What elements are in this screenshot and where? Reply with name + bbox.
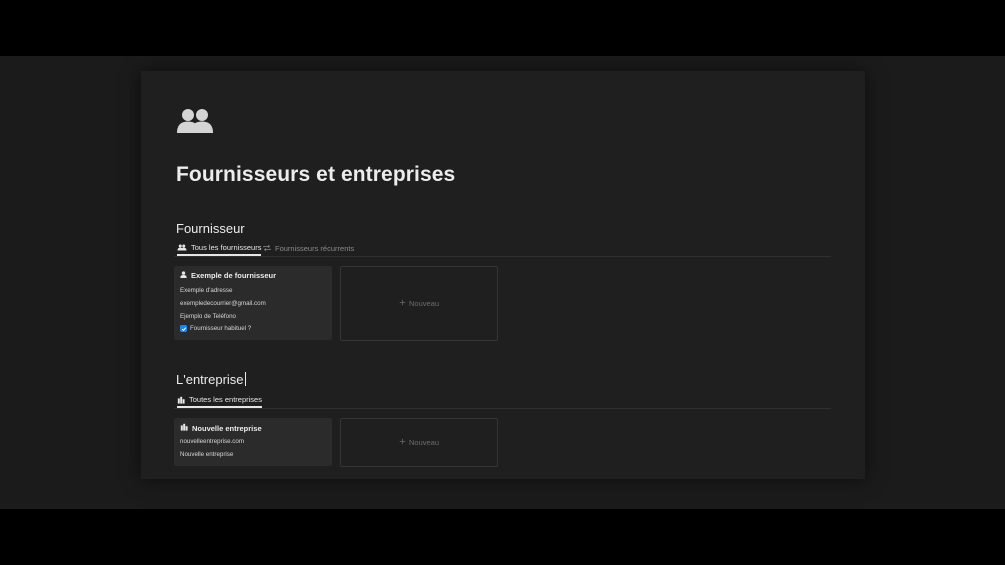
email-value[interactable]: exempledecourrier@gmail.com — [180, 300, 266, 307]
website-value[interactable]: nouvelleentreprise.com — [180, 438, 244, 445]
card-title[interactable]: Nouvelle entreprise — [180, 423, 262, 433]
new-supplier-button[interactable]: Nouveau — [340, 266, 498, 341]
new-label: Nouveau — [408, 299, 440, 308]
section-title-supplier[interactable]: Fournisseur — [176, 221, 245, 236]
card-title-text: Exemple de fournisseur — [191, 271, 277, 280]
page-container: Fournisseurs et entreprises Fournisseur … — [141, 71, 865, 479]
text-cursor — [244, 372, 246, 386]
checkbox-label: Fournisseur habituel ? — [190, 325, 252, 332]
people-icon[interactable] — [177, 107, 213, 135]
company-name-value: Nouvelle entreprise — [180, 451, 234, 458]
page-title[interactable]: Fournisseurs et entreprises — [176, 163, 455, 187]
building-icon — [177, 396, 185, 404]
card-title-text: Nouvelle entreprise — [192, 423, 262, 433]
tab-all-suppliers[interactable]: Tous les fournisseurs — [177, 241, 262, 256]
people-icon — [177, 244, 187, 251]
supplier-view-tabs: Tous les fournisseurs Fournisseurs récur… — [174, 241, 831, 257]
address-value: Exemple d'adresse — [180, 287, 233, 294]
repeat-icon — [263, 244, 271, 252]
company-card[interactable]: Nouvelle entreprise nouvelleentreprise.c… — [174, 418, 332, 466]
tab-label: Fournisseurs récurrents — [275, 243, 355, 253]
regular-supplier-checkbox[interactable] — [180, 325, 187, 332]
section-title-company[interactable]: L'entreprise — [176, 372, 246, 387]
regular-supplier-field: Fournisseur habituel ? — [180, 325, 251, 332]
new-label: Nouveau — [408, 438, 440, 447]
tab-label: Tous les fournisseurs — [191, 243, 262, 252]
tab-all-companies[interactable]: Toutes les entreprises — [177, 393, 262, 408]
company-view-tabs: Toutes les entreprises — [174, 393, 831, 409]
phone-value[interactable]: Ejemplo de Teléfono — [180, 313, 236, 320]
card-title[interactable]: Exemple de fournisseur — [180, 271, 276, 280]
plus-icon — [399, 438, 406, 447]
new-company-button[interactable]: Nouveau — [340, 418, 498, 467]
plus-icon — [399, 299, 406, 308]
tab-label: Toutes les entreprises — [189, 395, 262, 404]
tab-recurring-suppliers[interactable]: Fournisseurs récurrents — [263, 241, 354, 255]
section-title-text: L'entreprise — [176, 372, 244, 387]
building-icon — [180, 423, 188, 433]
supplier-card[interactable]: Exemple de fournisseur Exemple d'adresse… — [174, 266, 332, 340]
person-icon — [180, 271, 187, 280]
